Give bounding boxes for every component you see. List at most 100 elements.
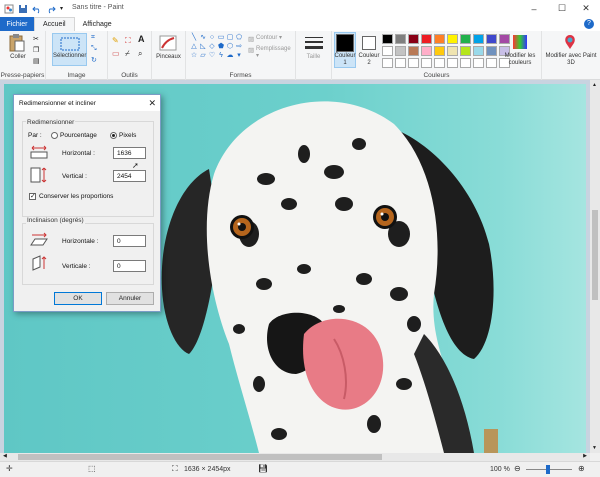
right-triangle-shape-icon[interactable]: ◺ xyxy=(199,43,207,51)
lightning-shape-icon[interactable]: ϟ xyxy=(217,52,225,60)
color-swatch[interactable] xyxy=(421,46,432,56)
ok-button[interactable]: OK xyxy=(54,292,102,305)
zoom-out-icon[interactable]: ⊖ xyxy=(514,464,521,473)
cut-icon[interactable]: ✂ xyxy=(33,35,39,43)
color-swatch[interactable] xyxy=(499,34,510,44)
scroll-right-icon[interactable]: ▶ xyxy=(583,453,587,459)
vertical-scrollbar[interactable]: ▲ ▼ xyxy=(590,80,600,453)
tab-file[interactable]: Fichier xyxy=(0,17,34,31)
keep-ratio-checkbox[interactable]: ✓ xyxy=(29,193,36,200)
horizontal-scrollbar[interactable]: ◀ ▶ xyxy=(0,453,590,461)
color2-label[interactable]: Couleur 2 xyxy=(356,53,382,67)
vertical-input[interactable] xyxy=(113,170,146,182)
percentage-label[interactable]: Pourcentage xyxy=(60,132,97,139)
horizontal-scroll-thumb[interactable] xyxy=(18,454,382,460)
tab-home[interactable]: Accueil xyxy=(34,17,75,31)
more-shapes-icon[interactable]: ▾ xyxy=(235,52,243,60)
pixels-label[interactable]: Pixels xyxy=(119,132,136,139)
keep-ratio-label[interactable]: Conserver les proportions xyxy=(39,193,113,200)
close-button[interactable]: ✕ xyxy=(572,0,600,17)
pencil-icon[interactable]: ✎ xyxy=(112,36,119,45)
paste-icon[interactable] xyxy=(9,34,25,52)
brush-icon[interactable] xyxy=(158,34,178,52)
color-swatch[interactable] xyxy=(486,34,497,44)
dialog-close-icon[interactable]: ✕ xyxy=(148,98,156,109)
curve-shape-icon[interactable]: ∿ xyxy=(199,34,207,42)
minimize-button[interactable]: – xyxy=(520,0,548,17)
shapes-gallery[interactable]: ╲ ∿ ○ ▭ ▢ ⬠ △ ◺ ◇ ⬟ ⬡ ⇨ ☆ ▱ ♡ ϟ ☁ ▾ xyxy=(190,34,242,60)
color-swatch[interactable] xyxy=(408,46,419,56)
color-swatch[interactable] xyxy=(447,34,458,44)
color-swatch[interactable] xyxy=(434,34,445,44)
color-swatch[interactable] xyxy=(460,58,471,68)
skew-vertical-input[interactable] xyxy=(113,260,146,272)
line-size-icon[interactable] xyxy=(304,34,324,52)
color-swatch[interactable] xyxy=(460,46,471,56)
color-palette[interactable] xyxy=(382,34,510,68)
polygon-shape-icon[interactable]: ⬠ xyxy=(235,34,243,42)
color-swatch[interactable] xyxy=(395,58,406,68)
select-button[interactable]: Sélectionner xyxy=(52,33,87,66)
color-swatch[interactable] xyxy=(408,58,419,68)
color-swatch[interactable] xyxy=(434,46,445,56)
oval-shape-icon[interactable]: ○ xyxy=(208,34,216,42)
hexagon-shape-icon[interactable]: ⬡ xyxy=(226,43,234,51)
rotate-icon[interactable]: ↻ xyxy=(91,56,97,64)
color-swatch[interactable] xyxy=(434,58,445,68)
color-swatch[interactable] xyxy=(486,58,497,68)
color-swatch[interactable] xyxy=(382,58,393,68)
scroll-left-icon[interactable]: ◀ xyxy=(3,453,7,459)
arrow-shape-icon[interactable]: ⇨ xyxy=(235,43,243,51)
eraser-icon[interactable]: ▭ xyxy=(112,49,120,58)
vertical-scroll-thumb[interactable] xyxy=(592,210,598,300)
brushes-label[interactable]: Pinceaux xyxy=(152,54,185,61)
line-shape-icon[interactable]: ╲ xyxy=(190,34,198,42)
triangle-shape-icon[interactable]: △ xyxy=(190,43,198,51)
paste-label[interactable]: Coller xyxy=(6,54,30,61)
text-icon[interactable]: A xyxy=(138,34,145,44)
paint3d-label[interactable]: Modifier avec Paint 3D xyxy=(542,53,600,67)
color-swatch[interactable] xyxy=(473,58,484,68)
horizontal-input[interactable] xyxy=(113,147,146,159)
rounded-rect-shape-icon[interactable]: ▢ xyxy=(226,34,234,42)
zoom-slider-thumb[interactable] xyxy=(546,465,550,474)
crop-icon[interactable]: ⌗ xyxy=(91,34,95,42)
color-swatch[interactable] xyxy=(447,58,458,68)
resize-icon[interactable]: ⤡ xyxy=(91,45,97,53)
color-swatch[interactable] xyxy=(421,58,432,68)
star-shape-icon[interactable]: ☆ xyxy=(190,52,198,60)
fill-icon[interactable]: ⛶ xyxy=(125,36,131,46)
color-swatch[interactable] xyxy=(395,34,406,44)
pixels-radio[interactable] xyxy=(110,132,117,139)
rectangle-shape-icon[interactable]: ▭ xyxy=(217,34,225,42)
fill-dropdown[interactable]: Remplissage ▾ xyxy=(256,46,295,60)
color-swatch[interactable] xyxy=(447,46,458,56)
paste-from-icon[interactable]: ▤ xyxy=(33,57,40,65)
edit-colors-label[interactable]: Modifier les couleurs xyxy=(498,53,542,67)
edit-colors-icon[interactable] xyxy=(512,34,528,50)
magnifier-icon[interactable]: ⌕ xyxy=(138,49,142,59)
scroll-up-icon[interactable]: ▲ xyxy=(592,82,597,88)
color-swatch[interactable] xyxy=(421,34,432,44)
size-label[interactable]: Taille xyxy=(296,54,331,61)
color-swatch[interactable] xyxy=(395,46,406,56)
heart-shape-icon[interactable]: ♡ xyxy=(208,52,216,60)
color-swatch[interactable] xyxy=(382,34,393,44)
color-swatch[interactable] xyxy=(473,34,484,44)
diamond-shape-icon[interactable]: ◇ xyxy=(208,43,216,51)
cloud-shape-icon[interactable]: ☁ xyxy=(226,52,234,60)
paint3d-icon[interactable] xyxy=(562,34,578,50)
cancel-button[interactable]: Annuler xyxy=(106,292,154,305)
color2-swatch[interactable] xyxy=(362,36,376,50)
copy-icon[interactable]: ❐ xyxy=(33,46,39,54)
callout-shape-icon[interactable]: ▱ xyxy=(199,52,207,60)
zoom-in-icon[interactable]: ⊕ xyxy=(578,464,585,473)
pentagon-shape-icon[interactable]: ⬟ xyxy=(217,43,225,51)
outline-dropdown[interactable]: Contour ▾ xyxy=(256,35,282,42)
color-swatch[interactable] xyxy=(473,46,484,56)
help-icon[interactable]: ? xyxy=(584,19,594,29)
color-swatch[interactable] xyxy=(486,46,497,56)
color-swatch[interactable] xyxy=(408,34,419,44)
tab-view[interactable]: Affichage xyxy=(75,17,120,31)
color-swatch[interactable] xyxy=(460,34,471,44)
